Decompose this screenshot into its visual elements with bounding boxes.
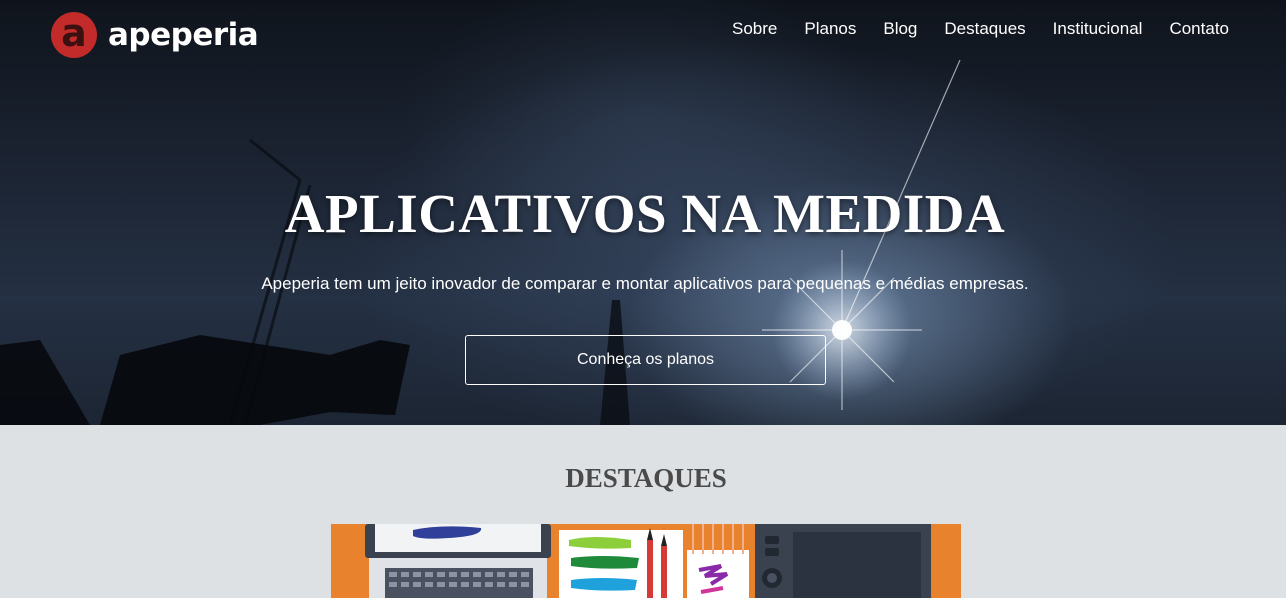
nav-link-contato[interactable]: Contato [1169, 16, 1229, 42]
main-navigation: Sobre Planos Blog Destaques Instituciona… [732, 16, 1229, 42]
featured-card-image[interactable] [331, 524, 961, 598]
nav-link-institucional[interactable]: Institucional [1053, 16, 1143, 42]
hero-title: APLICATIVOS NA MEDIDA [284, 183, 1006, 244]
highlights-section-title: DESTAQUES [565, 463, 727, 493]
logo-mark-icon: a [51, 12, 97, 58]
nav-link-blog[interactable]: Blog [883, 16, 917, 42]
design-tools-illustration [331, 524, 961, 598]
hero-banner: a apeperia Sobre Planos Blog Destaques I… [0, 0, 1286, 425]
nav-link-destaques[interactable]: Destaques [944, 16, 1025, 42]
brand-name: apeperia [108, 17, 259, 53]
nav-link-sobre[interactable]: Sobre [732, 16, 777, 42]
brand-logo[interactable]: a apeperia [51, 12, 259, 58]
drawing-tablet-icon [755, 524, 931, 598]
laptop-icon [365, 524, 551, 598]
hero-subtitle: Apeperia tem um jeito inovador de compar… [261, 274, 1029, 293]
nav-link-planos[interactable]: Planos [804, 16, 856, 42]
plans-cta-button[interactable]: Conheça os planos [465, 335, 826, 385]
